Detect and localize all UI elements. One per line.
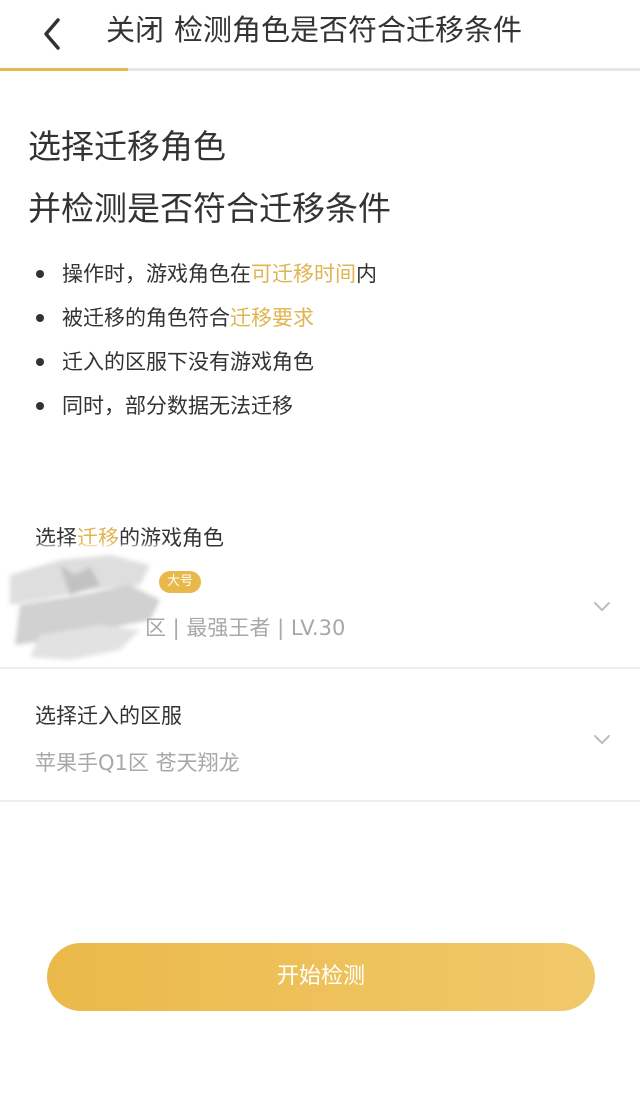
progress-fill	[0, 68, 128, 71]
bullet-text: 被迁移的角色符合	[62, 306, 230, 330]
divider	[0, 800, 640, 802]
bullet-text: 迁入的区服下没有游戏角色	[62, 350, 314, 374]
header-title: 关闭 检测角色是否符合迁移条件	[106, 10, 522, 50]
headline-line-1: 选择迁移角色	[28, 127, 226, 166]
bullet-text: 同时，部分数据无法迁移	[62, 394, 293, 418]
requirement-item: 被迁移的角色符合迁移要求	[36, 296, 377, 340]
requirement-item: 同时，部分数据无法迁移	[36, 384, 377, 428]
requirements-list: 操作时，游戏角色在可迁移时间内 被迁移的角色符合迁移要求 迁入的区服下没有游戏角…	[36, 252, 377, 428]
back-button[interactable]	[30, 8, 80, 54]
server-select-value[interactable]: 苹果手Q1区 苍天翔龙	[35, 747, 240, 777]
bullet-dot	[36, 358, 44, 366]
bullet-dot	[36, 314, 44, 322]
server-section-label: 选择迁入的区服	[35, 704, 182, 728]
headline-line-2: 并检测是否符合迁移条件	[28, 189, 391, 228]
bullet-highlight-link[interactable]: 迁移要求	[230, 306, 314, 330]
bullet-text-tail: 内	[356, 262, 377, 286]
start-check-button[interactable]: 开始检测	[47, 943, 595, 1011]
close-link[interactable]: 关闭	[106, 13, 164, 47]
redacted-role-name-blur	[0, 545, 170, 670]
progress-track	[0, 68, 640, 71]
role-badge: 大号	[159, 571, 202, 593]
requirement-item: 迁入的区服下没有游戏角色	[36, 340, 377, 384]
chevron-left-icon	[44, 18, 60, 50]
bullet-dot	[36, 402, 44, 410]
chevron-down-icon[interactable]	[592, 600, 612, 614]
page: 关闭 检测角色是否符合迁移条件 选择迁移角色 并检测是否符合迁移条件 操作时，游戏…	[0, 0, 640, 1109]
chevron-down-icon[interactable]	[592, 733, 612, 747]
divider	[0, 667, 640, 669]
bullet-text: 操作时，游戏角色在	[62, 262, 251, 286]
requirement-item: 操作时，游戏角色在可迁移时间内	[36, 252, 377, 296]
role-info[interactable]: 区 | 最强王者 | LV.30	[145, 612, 345, 642]
page-title: 检测角色是否符合迁移条件	[174, 13, 523, 47]
bullet-dot	[36, 270, 44, 278]
bullet-highlight-link[interactable]: 可迁移时间	[251, 262, 356, 286]
header-bar: 关闭 检测角色是否符合迁移条件	[0, 0, 640, 71]
